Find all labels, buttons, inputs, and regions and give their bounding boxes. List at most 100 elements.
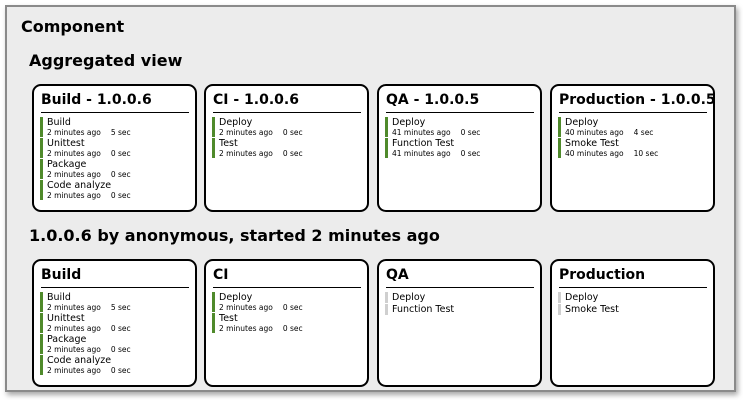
step-meta: 41 minutes ago 0 sec: [392, 128, 540, 137]
step-time: 2 minutes ago: [47, 345, 101, 354]
step-time: 2 minutes ago: [219, 303, 273, 312]
step-list: Deploy Function Test: [385, 292, 540, 315]
step-smoke-test[interactable]: Smoke Test 40 minutes ago 10 sec: [558, 138, 713, 158]
step-deploy[interactable]: Deploy 41 minutes ago 0 sec: [385, 117, 540, 137]
step-meta: 2 minutes ago 0 sec: [219, 324, 367, 333]
stage-card-ci[interactable]: CI - 1.0.0.6 Deploy 2 minutes ago 0 sec Test…: [204, 84, 369, 212]
step-name: Function Test: [392, 138, 455, 149]
step-name: Deploy: [219, 292, 253, 303]
step-meta: 2 minutes ago 0 sec: [47, 366, 195, 375]
step-deploy[interactable]: Deploy: [558, 292, 713, 303]
step-function-test[interactable]: Function Test: [385, 304, 540, 315]
component-panel: Component Aggregated view Build - 1.0.0.…: [5, 5, 736, 392]
step-name: Deploy: [565, 117, 599, 128]
step-test[interactable]: Test 2 minutes ago 0 sec: [212, 313, 367, 333]
step-list: Deploy Smoke Test: [558, 292, 713, 315]
stage-title: QA: [386, 266, 534, 288]
status-bar: [40, 180, 43, 200]
step-name: Test: [219, 138, 238, 149]
step-build[interactable]: Build 2 minutes ago 5 sec: [40, 292, 195, 312]
step-build[interactable]: Build 2 minutes ago 5 sec: [40, 117, 195, 137]
step-meta: 2 minutes ago 0 sec: [47, 324, 195, 333]
stage-title: Production: [559, 266, 707, 288]
status-bar: [212, 313, 215, 333]
stage-card-qa[interactable]: QA - 1.0.0.5 Deploy 41 minutes ago 0 sec Fun…: [377, 84, 542, 212]
step-duration: 0 sec: [460, 128, 481, 137]
step-time: 2 minutes ago: [219, 128, 273, 137]
stage-title: QA - 1.0.0.5: [386, 91, 534, 113]
step-meta: 40 minutes ago 4 sec: [565, 128, 713, 137]
step-meta: 2 minutes ago 0 sec: [47, 170, 195, 179]
step-deploy[interactable]: Deploy 40 minutes ago 4 sec: [558, 117, 713, 137]
step-code-analyze[interactable]: Code analyze 2 minutes ago 0 sec: [40, 355, 195, 375]
step-meta: 2 minutes ago 5 sec: [47, 128, 195, 137]
status-bar: [40, 117, 43, 137]
step-time: 2 minutes ago: [47, 324, 101, 333]
aggregated-view-title: Aggregated view: [29, 51, 183, 70]
step-duration: 5 sec: [110, 128, 131, 137]
step-time: 2 minutes ago: [47, 128, 101, 137]
step-duration: 0 sec: [282, 303, 303, 312]
stage-card-build[interactable]: Build Build 2 minutes ago 5 sec Unittest 2 mi…: [32, 259, 197, 387]
step-name: Build: [47, 117, 71, 128]
step-unittest[interactable]: Unittest 2 minutes ago 0 sec: [40, 313, 195, 333]
step-meta: 2 minutes ago 0 sec: [47, 149, 195, 158]
status-bar: [558, 138, 561, 158]
step-time: 2 minutes ago: [47, 149, 101, 158]
step-deploy[interactable]: Deploy: [385, 292, 540, 303]
step-duration: 0 sec: [110, 170, 131, 179]
step-name: Deploy: [392, 292, 426, 303]
step-code-analyze[interactable]: Code analyze 2 minutes ago 0 sec: [40, 180, 195, 200]
stage-card-production[interactable]: Production Deploy Smoke Test: [550, 259, 715, 387]
step-name: Test: [219, 313, 238, 324]
step-list: Build 2 minutes ago 5 sec Unittest 2 minutes…: [40, 117, 195, 200]
stage-card-ci[interactable]: CI Deploy 2 minutes ago 0 sec Test 2 minutes …: [204, 259, 369, 387]
status-bar: [40, 355, 43, 375]
step-time: 2 minutes ago: [47, 170, 101, 179]
step-meta: 2 minutes ago 0 sec: [47, 191, 195, 200]
step-list: Deploy 2 minutes ago 0 sec Test 2 minutes ag…: [212, 292, 367, 333]
stage-card-build[interactable]: Build - 1.0.0.6 Build 2 minutes ago 5 sec Un…: [32, 84, 197, 212]
step-duration: 0 sec: [110, 191, 131, 200]
step-name: Build: [47, 292, 71, 303]
step-name: Smoke Test: [565, 304, 619, 315]
status-bar: [385, 138, 388, 158]
step-list: Deploy 41 minutes ago 0 sec Function Test 41…: [385, 117, 540, 158]
stage-title: CI - 1.0.0.6: [213, 91, 361, 113]
status-bar: [385, 292, 388, 303]
status-bar: [385, 304, 388, 315]
step-name: Deploy: [392, 117, 426, 128]
status-bar: [40, 159, 43, 179]
step-name: Unittest: [47, 313, 85, 324]
step-deploy[interactable]: Deploy 2 minutes ago 0 sec: [212, 117, 367, 137]
step-meta: 2 minutes ago 0 sec: [219, 149, 367, 158]
step-unittest[interactable]: Unittest 2 minutes ago 0 sec: [40, 138, 195, 158]
step-name: Deploy: [219, 117, 253, 128]
step-package[interactable]: Package 2 minutes ago 0 sec: [40, 334, 195, 354]
step-meta: 2 minutes ago 5 sec: [47, 303, 195, 312]
status-bar: [212, 138, 215, 158]
step-package[interactable]: Package 2 minutes ago 0 sec: [40, 159, 195, 179]
step-name: Deploy: [565, 292, 599, 303]
step-duration: 0 sec: [110, 345, 131, 354]
step-time: 2 minutes ago: [47, 191, 101, 200]
step-name: Unittest: [47, 138, 85, 149]
status-bar: [40, 313, 43, 333]
step-time: 2 minutes ago: [219, 324, 273, 333]
step-meta: 40 minutes ago 10 sec: [565, 149, 713, 158]
step-name: Smoke Test: [565, 138, 619, 149]
stage-card-qa[interactable]: QA Deploy Function Test: [377, 259, 542, 387]
step-name: Package: [47, 334, 87, 345]
step-smoke-test[interactable]: Smoke Test: [558, 304, 713, 315]
stage-title: Production - 1.0.0.5: [559, 91, 713, 113]
status-bar: [558, 117, 561, 137]
step-test[interactable]: Test 2 minutes ago 0 sec: [212, 138, 367, 158]
stage-title: Build - 1.0.0.6: [41, 91, 189, 113]
step-duration: 0 sec: [110, 366, 131, 375]
stage-card-production[interactable]: Production - 1.0.0.5 Deploy 40 minutes ago…: [550, 84, 715, 212]
step-time: 2 minutes ago: [47, 366, 101, 375]
step-function-test[interactable]: Function Test 41 minutes ago 0 sec: [385, 138, 540, 158]
step-name: Code analyze: [47, 355, 112, 366]
step-deploy[interactable]: Deploy 2 minutes ago 0 sec: [212, 292, 367, 312]
step-name: Package: [47, 159, 87, 170]
